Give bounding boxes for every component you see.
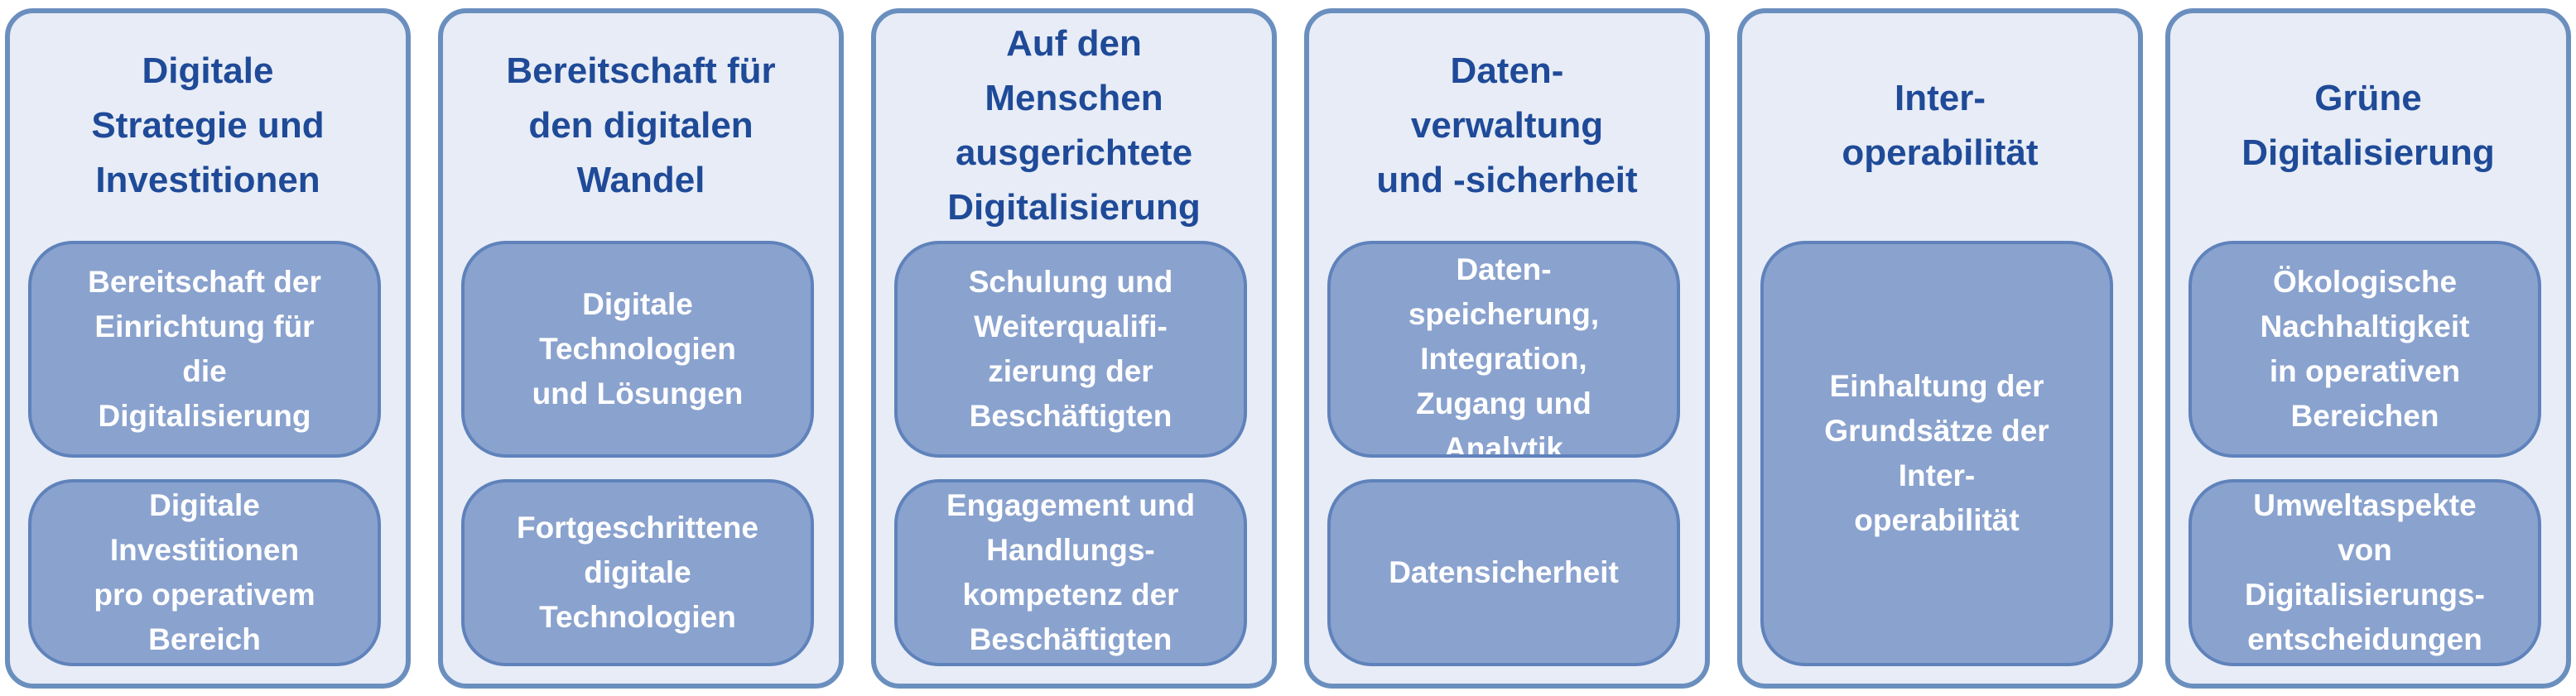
panel-title: Daten- verwaltung und -sicherheit bbox=[1376, 50, 1638, 200]
panel-digital-strategy: Digitale Strategie und Investitionen Ber… bbox=[5, 8, 411, 689]
item-box: Bereitschaft der Einrichtung für die Dig… bbox=[28, 241, 381, 458]
panel-human-centric: Auf den Menschen ausgerichtete Digitalis… bbox=[871, 8, 1277, 689]
item-box: Digitale Technologien und Lösungen bbox=[461, 241, 814, 458]
panel-green-digitalisation: Grüne Digitalisierung Ökologische Nachha… bbox=[2165, 8, 2571, 689]
item-box: Ökologische Nachhaltigkeit in operativen… bbox=[2188, 241, 2541, 458]
panel-digital-readiness: Bereitschaft für den digitalen Wandel Di… bbox=[438, 8, 844, 689]
item-box: Einhaltung der Grundsätze der Inter- ope… bbox=[1760, 241, 2113, 666]
item-box: Digitale Investitionen pro operativem Be… bbox=[28, 479, 381, 666]
panel-title: Bereitschaft für den digitalen Wandel bbox=[506, 50, 776, 200]
item-box: Daten- speicherung, Integration, Zugang … bbox=[1327, 241, 1680, 458]
item-box: Schulung und Weiterqualifi- zierung der … bbox=[894, 241, 1247, 458]
panel-data-governance: Daten- verwaltung und -sicherheit Daten-… bbox=[1304, 8, 1710, 689]
item-box: Engagement und Handlungs- kompetenz der … bbox=[894, 479, 1247, 666]
panel-title: Grüne Digitalisierung bbox=[2241, 78, 2495, 173]
item-box: Datensicherheit bbox=[1327, 479, 1680, 666]
panel-interoperability: Inter- operabilität Einhaltung der Grund… bbox=[1737, 8, 2143, 689]
panel-title: Digitale Strategie und Investitionen bbox=[91, 50, 325, 200]
panel-title: Auf den Menschen ausgerichtete Digitalis… bbox=[947, 23, 1201, 228]
item-box: Fortgeschrittene digitale Technologien bbox=[461, 479, 814, 666]
panel-title: Inter- operabilität bbox=[1842, 78, 2039, 173]
item-box: Umweltaspekte von Digitalisierungs- ents… bbox=[2188, 479, 2541, 666]
